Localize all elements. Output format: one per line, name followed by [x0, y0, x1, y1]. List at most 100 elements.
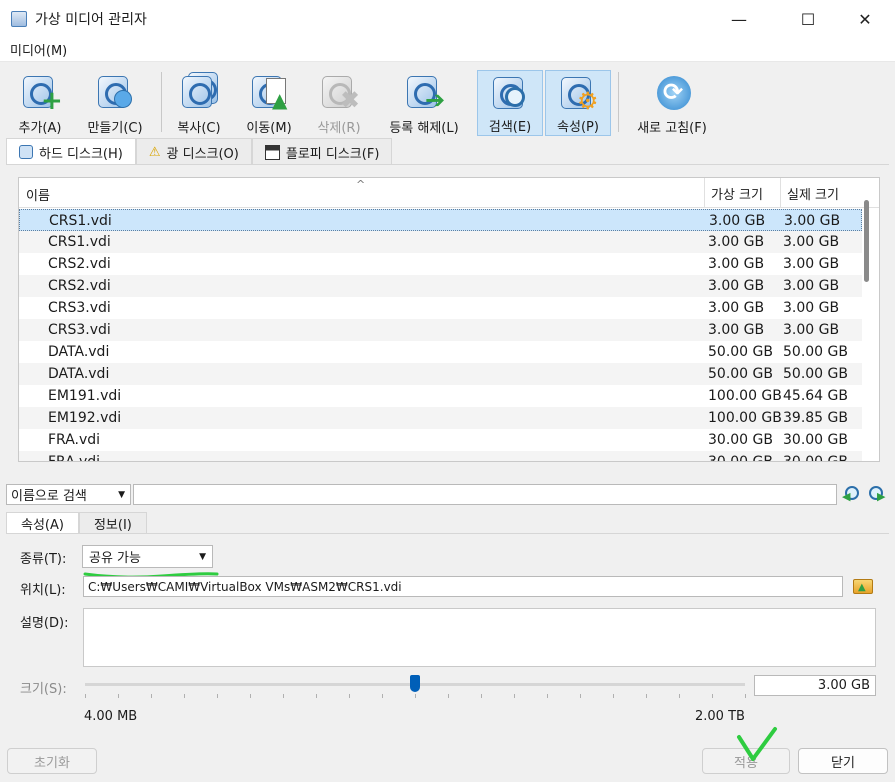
remove-button[interactable]: ✖ 삭제(R)	[310, 70, 368, 136]
slider-tick	[316, 694, 317, 698]
table-row[interactable]: FRA.vdi 30.00 GB 30.00 GB	[19, 429, 862, 451]
toolbar: + 추가(A) 만들기(C) 복사(C) ▲ 이동(M) ✖ 삭제(R) ➔ 등…	[0, 64, 895, 138]
table-row[interactable]: CRS1.vdi 3.00 GB 3.00 GB	[19, 231, 862, 253]
table-row[interactable]: CRS3.vdi 3.00 GB 3.00 GB	[19, 297, 862, 319]
cell-name: FRA.vdi	[48, 432, 101, 448]
table-row[interactable]: CRS2.vdi 3.00 GB 3.00 GB	[19, 253, 862, 275]
slider-tick	[481, 694, 482, 698]
table-row[interactable]: DATA.vdi 50.00 GB 50.00 GB	[19, 341, 862, 363]
cell-actual: 3.00 GB	[783, 256, 840, 272]
minimize-button[interactable]: —	[715, 0, 763, 38]
list-header: 이름 ^ 가상 크기 실제 크기	[19, 178, 879, 208]
cell-virtual: 100.00 GB	[708, 388, 782, 404]
release-button[interactable]: ➔ 등록 해제(L)	[378, 70, 470, 136]
size-field[interactable]: 3.00 GB	[754, 675, 876, 696]
tab-optical-disk[interactable]: ⚠ 광 디스크(O)	[135, 138, 252, 165]
copy-disk-icon	[178, 72, 220, 111]
table-row[interactable]: FRA.vdi 30.00 GB 30.00 GB	[19, 451, 862, 462]
slider-tick	[646, 694, 647, 698]
menu-media[interactable]: 미디어(M)	[10, 40, 67, 59]
cell-virtual: 3.00 GB	[708, 256, 765, 272]
refresh-icon: ⟳	[651, 72, 693, 111]
properties-button[interactable]: ⚙ 속성(P)	[545, 70, 611, 136]
cell-name: CRS2.vdi	[48, 278, 111, 294]
slider-tick	[217, 694, 218, 698]
cell-actual: 3.00 GB	[783, 278, 840, 294]
cell-name: CRS2.vdi	[48, 256, 111, 272]
move-disk-icon: ▲	[248, 72, 290, 112]
close-window-button[interactable]: ✕	[841, 0, 889, 38]
slider-tick	[151, 694, 152, 698]
app-icon	[11, 11, 27, 27]
size-max-label: 2.00 TB	[695, 709, 745, 724]
maximize-button[interactable]: ☐	[784, 0, 832, 38]
slider-tick	[514, 694, 515, 698]
search-input[interactable]	[133, 484, 837, 505]
table-row[interactable]: EM192.vdi 100.00 GB 39.85 GB	[19, 407, 862, 429]
cell-name: CRS1.vdi	[49, 213, 112, 229]
search-disk-icon	[489, 73, 531, 110]
slider-tick	[184, 694, 185, 698]
folder-icon[interactable]: ▲	[852, 576, 874, 597]
slider-tick	[712, 694, 713, 698]
refresh-button[interactable]: ⟳ 새로 고침(F)	[626, 70, 718, 136]
reset-button[interactable]: 초기화	[7, 748, 97, 774]
copy-button[interactable]: 복사(C)	[170, 70, 228, 136]
cell-virtual: 3.00 GB	[708, 278, 765, 294]
size-slider-thumb[interactable]	[410, 675, 420, 692]
search-previous-icon[interactable]: ◀	[842, 484, 864, 506]
cell-virtual: 3.00 GB	[708, 234, 765, 250]
tab-hard-disk[interactable]: 하드 디스크(H)	[6, 138, 136, 165]
slider-tick	[448, 694, 449, 698]
media-list[interactable]: 이름 ^ 가상 크기 실제 크기 CRS1.vdi 3.00 GB 3.00 GB C…	[18, 177, 880, 462]
list-scrollbar[interactable]	[864, 200, 869, 282]
cell-virtual: 3.00 GB	[708, 322, 765, 338]
search-toolbar-button[interactable]: 검색(E)	[477, 70, 543, 136]
table-row[interactable]: CRS3.vdi 3.00 GB 3.00 GB	[19, 319, 862, 341]
move-button[interactable]: ▲ 이동(M)	[238, 70, 300, 136]
media-tabs: 하드 디스크(H) ⚠ 광 디스크(O) 플로피 디스크(F)	[6, 138, 393, 165]
add-button[interactable]: + 추가(A)	[12, 70, 68, 136]
slider-tick	[613, 694, 614, 698]
slider-tick	[118, 694, 119, 698]
cell-actual: 3.00 GB	[784, 213, 841, 229]
create-button[interactable]: 만들기(C)	[78, 70, 152, 136]
toolbar-separator	[618, 72, 619, 132]
properties-disk-icon: ⚙	[557, 73, 599, 115]
tab-attributes[interactable]: 속성(A)	[6, 512, 79, 534]
cell-actual: 50.00 GB	[783, 344, 848, 360]
cell-virtual: 100.00 GB	[708, 410, 782, 426]
table-row[interactable]: EM191.vdi 100.00 GB 45.64 GB	[19, 385, 862, 407]
cell-actual: 3.00 GB	[783, 322, 840, 338]
slider-tick	[349, 694, 350, 698]
column-virtual-size[interactable]: 가상 크기	[704, 178, 780, 208]
title-bar: 가상 미디어 관리자 — ☐ ✕	[0, 0, 895, 38]
cell-actual: 39.85 GB	[783, 410, 848, 426]
cell-virtual: 30.00 GB	[708, 432, 773, 448]
search-mode-select[interactable]: 이름으로 검색 ▼	[6, 484, 131, 505]
slider-tick	[250, 694, 251, 698]
toolbar-separator	[161, 72, 162, 132]
location-field[interactable]: C:₩Users₩CAMI₩VirtualBox VMs₩ASM2₩CRS1.v…	[83, 576, 843, 597]
cell-actual: 50.00 GB	[783, 366, 848, 382]
cell-actual: 30.00 GB	[783, 454, 848, 462]
table-row[interactable]: CRS1.vdi 3.00 GB 3.00 GB	[19, 209, 862, 231]
table-row[interactable]: CRS2.vdi 3.00 GB 3.00 GB	[19, 275, 862, 297]
release-disk-icon: ➔	[403, 72, 445, 114]
type-label: 종류(T):	[20, 552, 67, 567]
window-title: 가상 미디어 관리자	[35, 12, 147, 28]
tab-floppy-disk[interactable]: 플로피 디스크(F)	[251, 138, 393, 165]
cell-virtual: 30.00 GB	[708, 454, 773, 462]
table-row[interactable]: DATA.vdi 50.00 GB 50.00 GB	[19, 363, 862, 385]
cell-name: EM192.vdi	[48, 410, 122, 426]
close-button[interactable]: 닫기	[798, 748, 888, 774]
create-disk-icon	[94, 72, 136, 111]
slider-tick	[382, 694, 383, 698]
cell-virtual: 3.00 GB	[708, 300, 765, 316]
description-field[interactable]	[83, 608, 876, 667]
column-name[interactable]: 이름	[26, 185, 50, 204]
search-next-icon[interactable]: ▶	[867, 484, 889, 506]
type-select[interactable]: 공유 가능 ▼	[82, 545, 213, 568]
tab-info[interactable]: 정보(I)	[78, 512, 147, 534]
chevron-down-icon: ▼	[118, 489, 125, 500]
